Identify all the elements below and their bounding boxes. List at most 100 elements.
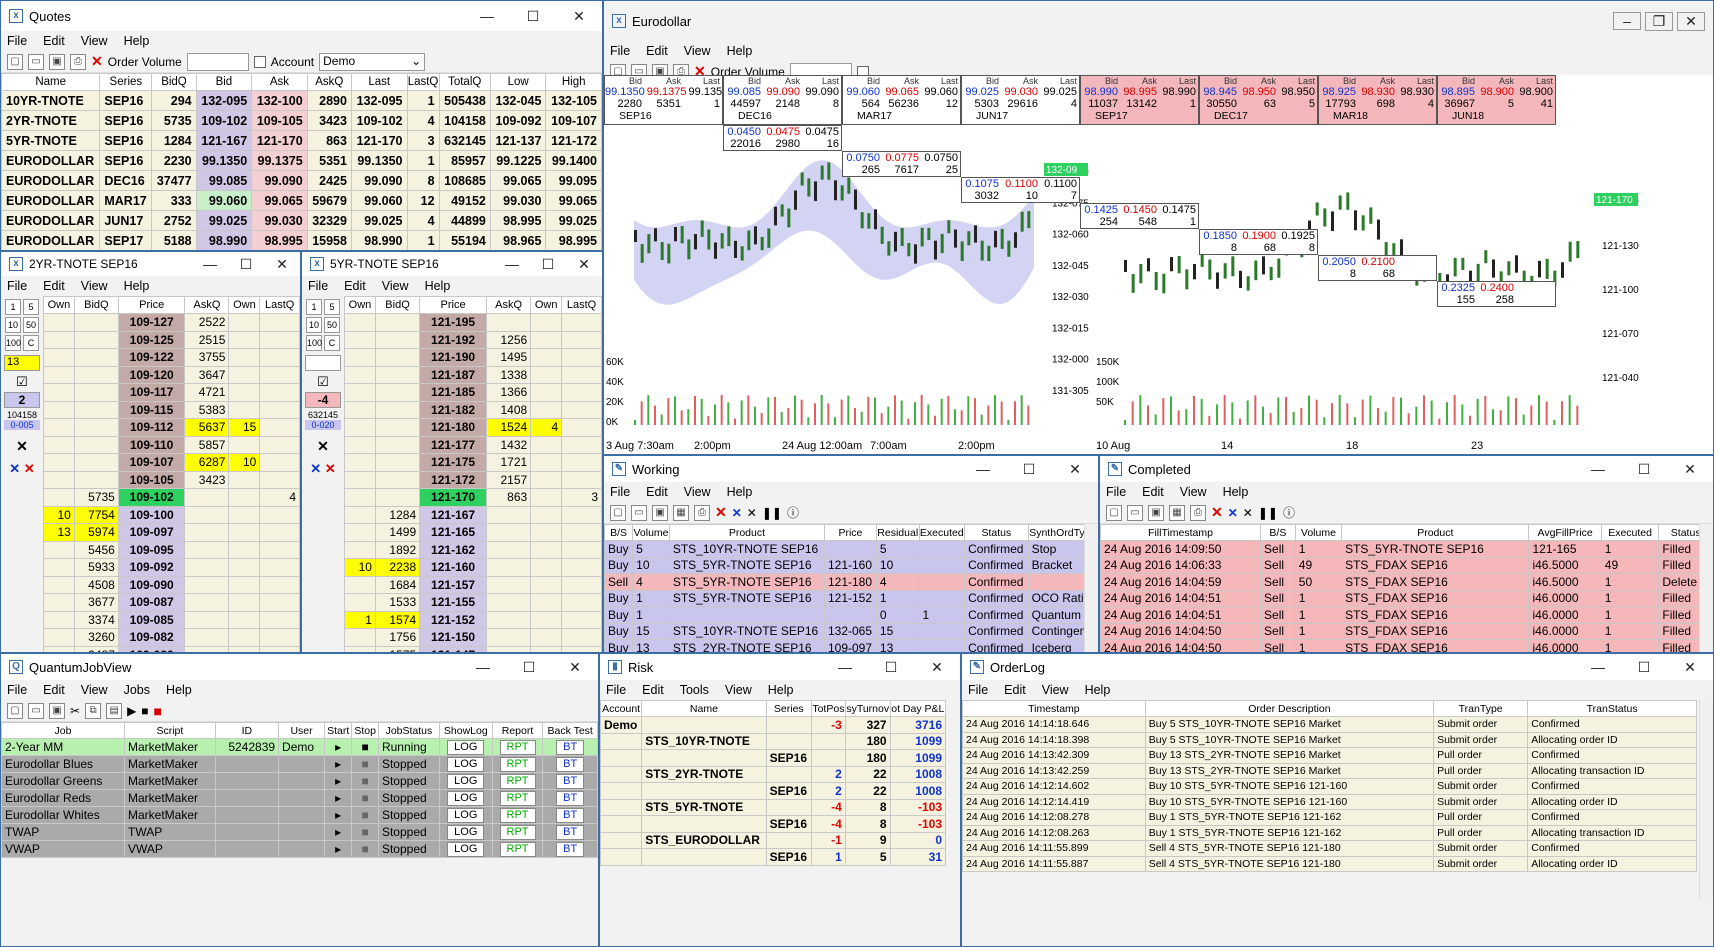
- copy-icon[interactable]: ⧉: [85, 702, 102, 719]
- table-row[interactable]: 24 Aug 2016 14:12:14.419 Buy 10 STS_5YR-T…: [962, 793, 1697, 810]
- menu-help[interactable]: Help: [1085, 683, 1111, 697]
- cancel-side-icons[interactable]: ✕ ✕: [1, 461, 43, 477]
- price-level[interactable]: 121-182 1408: [344, 400, 602, 419]
- table-row[interactable]: 24 Aug 2016 14:11:55.887 Sell 4 STS_5YR-T…: [962, 855, 1697, 872]
- column-header[interactable]: LastQ: [406, 73, 440, 91]
- table-row[interactable]: EURODOLLAR DEC16 37477 99.085 99.090 2425 99.0…: [1, 170, 602, 191]
- open-icon[interactable]: ▭: [28, 702, 44, 719]
- start-icon[interactable]: ▸: [324, 823, 353, 841]
- book-cell[interactable]: [259, 418, 300, 437]
- tile-price[interactable]: 98.990: [1159, 86, 1198, 98]
- stop-icon[interactable]: ■: [351, 789, 379, 807]
- start-icon[interactable]: ▸: [324, 806, 353, 824]
- tile-price[interactable]: 99.090: [763, 86, 802, 98]
- column-header[interactable]: Timestamp: [962, 700, 1146, 717]
- price-level[interactable]: 121-170 863 3: [344, 488, 602, 507]
- book-cell[interactable]: [530, 313, 563, 332]
- column-header[interactable]: Product: [668, 524, 825, 541]
- book-cell[interactable]: [374, 488, 421, 507]
- price-level[interactable]: 121-192 1256: [344, 330, 602, 349]
- book-cell[interactable]: 1574: [374, 610, 421, 629]
- book-cell[interactable]: [561, 400, 602, 419]
- book-cell[interactable]: [73, 453, 119, 472]
- book-cell[interactable]: [561, 540, 602, 559]
- book-cell[interactable]: [486, 593, 532, 612]
- price-level[interactable]: 1684 121-157: [344, 575, 602, 594]
- save-icon[interactable]: ▣: [49, 702, 65, 719]
- pause-icon[interactable]: ❚❚: [762, 506, 782, 520]
- book-cell[interactable]: 1756: [374, 628, 421, 647]
- price-level[interactable]: 109-125 2515: [43, 330, 300, 349]
- book-cell[interactable]: [530, 593, 563, 612]
- book-cell[interactable]: [73, 313, 119, 332]
- quantity-button[interactable]: C: [324, 335, 340, 351]
- spread-tile[interactable]: 0.0750 0.0775 0.0750 265 7617 25: [842, 151, 961, 177]
- column-header[interactable]: B/S: [604, 524, 634, 541]
- column-header[interactable]: ShowLog: [438, 722, 493, 739]
- menu-edit[interactable]: Edit: [344, 279, 366, 293]
- price-level[interactable]: 1 1574 121-152: [344, 610, 602, 629]
- grid-icon[interactable]: ▦: [1169, 504, 1185, 521]
- book-cell[interactable]: 2238: [374, 558, 421, 577]
- price-level[interactable]: 1575121-147: [344, 645, 602, 652]
- price-level[interactable]: 121-180 1524 4: [344, 418, 602, 437]
- menu-file[interactable]: File: [968, 683, 988, 697]
- book-cell[interactable]: [184, 505, 230, 524]
- column-header[interactable]: BidQ: [151, 73, 197, 91]
- book-cell[interactable]: [43, 348, 75, 367]
- spread-price[interactable]: 0.1100: [1001, 178, 1040, 190]
- menu-file[interactable]: File: [610, 44, 630, 58]
- book-cell[interactable]: [530, 365, 563, 384]
- book-cell[interactable]: [344, 313, 376, 332]
- price-level[interactable]: 5735 109-102 4: [43, 488, 300, 507]
- book-cell[interactable]: [530, 558, 563, 577]
- book-cell[interactable]: 1684: [374, 575, 421, 594]
- close-icon[interactable]: ✕: [264, 256, 300, 273]
- close-icon[interactable]: ✕: [1677, 11, 1705, 31]
- maximize-icon[interactable]: ☐: [1621, 659, 1667, 676]
- book-cell[interactable]: [344, 330, 376, 349]
- book-cell[interactable]: [73, 348, 119, 367]
- quantity-button[interactable]: 50: [324, 317, 340, 333]
- table-row[interactable]: 24 Aug 2016 14:04:51 Sell 1 STS_FDAX SEP16 i…: [1100, 606, 1713, 624]
- column-header[interactable]: TotalQ: [438, 73, 491, 91]
- minimize-icon[interactable]: —: [464, 8, 510, 24]
- table-row[interactable]: 5YR-TNOTE SEP16 1284 121-167 121-170 863 121-1…: [1, 130, 602, 151]
- spread-price[interactable]: [1397, 256, 1436, 268]
- book-cell[interactable]: [43, 470, 75, 489]
- price-level[interactable]: 10 2238 121-160: [344, 558, 602, 577]
- price-level[interactable]: 121-175 1721: [344, 453, 602, 472]
- book-cell[interactable]: [486, 628, 532, 647]
- book-cell[interactable]: [486, 575, 532, 594]
- price-level[interactable]: 109-122 3755: [43, 348, 300, 367]
- price-level[interactable]: 3677 109-087: [43, 593, 300, 612]
- book-cell[interactable]: [486, 313, 532, 332]
- book-cell[interactable]: [228, 593, 261, 612]
- back-test-button[interactable]: BT: [556, 757, 585, 772]
- maximize-icon[interactable]: ☐: [228, 256, 264, 273]
- menu-view[interactable]: View: [1042, 683, 1069, 697]
- close-icon[interactable]: ✕: [1052, 461, 1098, 478]
- book-cell[interactable]: [228, 470, 261, 489]
- column-header[interactable]: TranStatus: [1527, 700, 1697, 717]
- book-cell[interactable]: [344, 365, 376, 384]
- risk-titlebar[interactable]: ▮ Risk — ☐ ✕: [600, 654, 960, 680]
- orderlog-titlebar[interactable]: ✎ OrderLog — ☐ ✕: [962, 654, 1713, 680]
- book-cell[interactable]: 3755: [184, 348, 230, 367]
- book-cell[interactable]: [43, 575, 75, 594]
- cancel-icon[interactable]: ✕: [1228, 506, 1238, 520]
- book-cell[interactable]: [259, 523, 300, 542]
- book-cell[interactable]: [228, 435, 261, 454]
- column-header[interactable]: Script: [124, 722, 216, 739]
- tile-price[interactable]: 98.930: [1358, 86, 1397, 98]
- book-cell[interactable]: [374, 365, 421, 384]
- book-cell[interactable]: 4: [530, 418, 563, 437]
- menu-edit[interactable]: Edit: [43, 683, 65, 697]
- tile-price[interactable]: 98.925: [1319, 86, 1358, 98]
- book-cell[interactable]: [184, 610, 230, 629]
- spread-price[interactable]: 0.1100: [1040, 178, 1079, 190]
- spread-price[interactable]: 0.0450: [724, 126, 763, 138]
- maximize-icon[interactable]: ☐: [1621, 461, 1667, 478]
- book-cell[interactable]: [486, 610, 532, 629]
- menu-file[interactable]: File: [610, 485, 630, 499]
